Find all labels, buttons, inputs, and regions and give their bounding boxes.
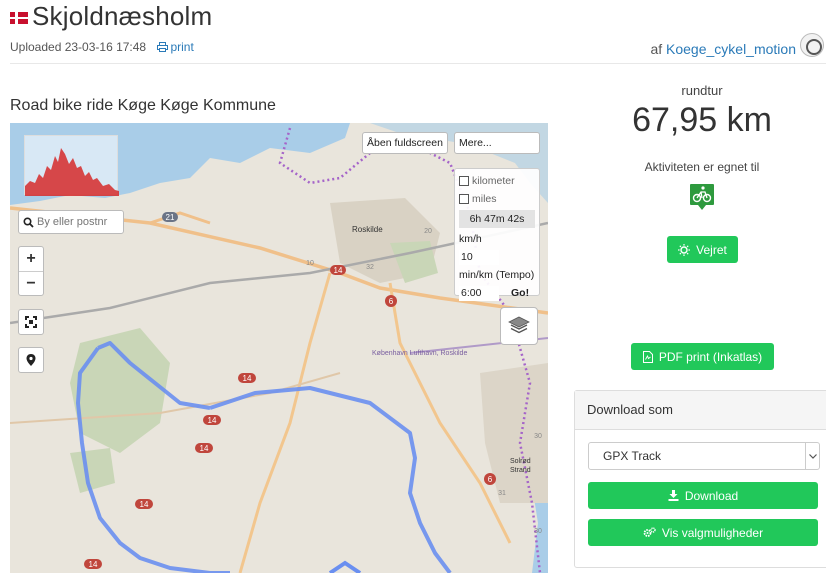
svg-text:21: 21 [166, 213, 175, 222]
route-map[interactable]: 21 14 14 6 14 14 14 14 6 20 30 31 32 10 … [10, 123, 548, 573]
show-options-button[interactable]: Vis valgmuligheder [588, 519, 818, 546]
fit-route-button[interactable] [18, 309, 44, 335]
download-icon [668, 490, 679, 501]
svg-text:14: 14 [334, 266, 343, 275]
map-label-station: København Lufthavn, Roskilde [372, 350, 467, 357]
svg-text:14: 14 [200, 444, 209, 453]
download-panel-title: Download som [575, 391, 826, 430]
layers-button[interactable] [500, 307, 538, 345]
svg-text:14: 14 [243, 374, 252, 383]
svg-text:31: 31 [498, 490, 506, 497]
download-button[interactable]: Download [588, 482, 818, 509]
road-bike-icon [690, 184, 714, 210]
distance-value: 67,95 km [632, 101, 772, 139]
elevation-profile[interactable] [24, 135, 119, 196]
map-label-solrod: Solrød [510, 458, 531, 465]
svg-text:10: 10 [306, 260, 314, 267]
author-byline: af Koege_cykel_motion [650, 41, 796, 57]
denmark-flag-icon [10, 12, 28, 24]
svg-text:32: 32 [366, 264, 374, 271]
pace-input[interactable]: 6:00 [459, 285, 499, 301]
duration-display: 6h 47m 42s [459, 210, 535, 228]
search-icon [23, 216, 34, 228]
speed-input[interactable]: 10 [459, 249, 499, 265]
speed-unit-label: km/h [459, 233, 482, 245]
header-divider [10, 63, 826, 64]
svg-text:30: 30 [534, 528, 542, 535]
kilometer-checkbox[interactable] [459, 176, 469, 186]
svg-text:14: 14 [208, 416, 217, 425]
map-search-box[interactable] [18, 210, 124, 234]
miles-option[interactable]: miles [459, 190, 535, 208]
chevron-down-icon [805, 443, 819, 469]
go-button[interactable]: Go! [511, 287, 529, 299]
map-label-strand: Strand [510, 467, 531, 474]
sun-icon [678, 243, 691, 256]
svg-text:6: 6 [488, 475, 493, 484]
kilometer-option[interactable]: kilometer [459, 172, 535, 190]
zoom-out-button[interactable]: − [19, 272, 43, 296]
layers-icon [508, 316, 530, 334]
tempo-panel: kilometer miles 6h 47m 42s km/h 10 min/k… [454, 168, 540, 301]
page-title: Skjoldnæsholm [32, 1, 213, 31]
zoom-in-button[interactable]: + [19, 247, 43, 271]
format-select[interactable]: GPX Track [588, 442, 820, 470]
ride-heading: Road bike ride Køge Køge Kommune [10, 97, 276, 114]
zoom-control: + − [18, 246, 44, 296]
print-link[interactable]: print [157, 40, 194, 54]
fullscreen-button[interactable]: Åben fuldscreen [362, 132, 448, 154]
download-panel: Download som GPX Track Download Vis valg… [574, 390, 826, 568]
suitable-label: Aktiviteten er egnet til [644, 160, 760, 174]
pdf-file-icon [642, 350, 653, 363]
distance-label: rundtur [681, 83, 723, 98]
weather-button[interactable]: Vejret [667, 236, 738, 263]
location-pin-icon [26, 354, 36, 366]
avatar[interactable] [800, 33, 824, 57]
miles-checkbox[interactable] [459, 194, 469, 204]
upload-date: Uploaded 23-03-16 17:48 [10, 40, 147, 54]
pace-unit-label: min/km (Tempo) [459, 269, 535, 281]
printer-icon [157, 42, 169, 52]
locate-button[interactable] [18, 347, 44, 373]
svg-text:6: 6 [389, 297, 394, 306]
svg-text:14: 14 [140, 500, 149, 509]
fit-bounds-icon [25, 316, 37, 328]
pdf-print-button[interactable]: PDF print (Inkatlas) [631, 343, 774, 370]
gears-icon [643, 527, 656, 537]
map-label-roskilde: Roskilde [352, 225, 383, 234]
more-button[interactable]: Mere... [454, 132, 540, 154]
svg-text:14: 14 [89, 560, 98, 569]
upload-info: Uploaded 23-03-16 17:48 print [10, 40, 194, 54]
svg-text:20: 20 [424, 228, 432, 235]
svg-text:30: 30 [534, 433, 542, 440]
map-search-input[interactable] [37, 216, 111, 228]
author-link[interactable]: Koege_cykel_motion [666, 41, 796, 57]
